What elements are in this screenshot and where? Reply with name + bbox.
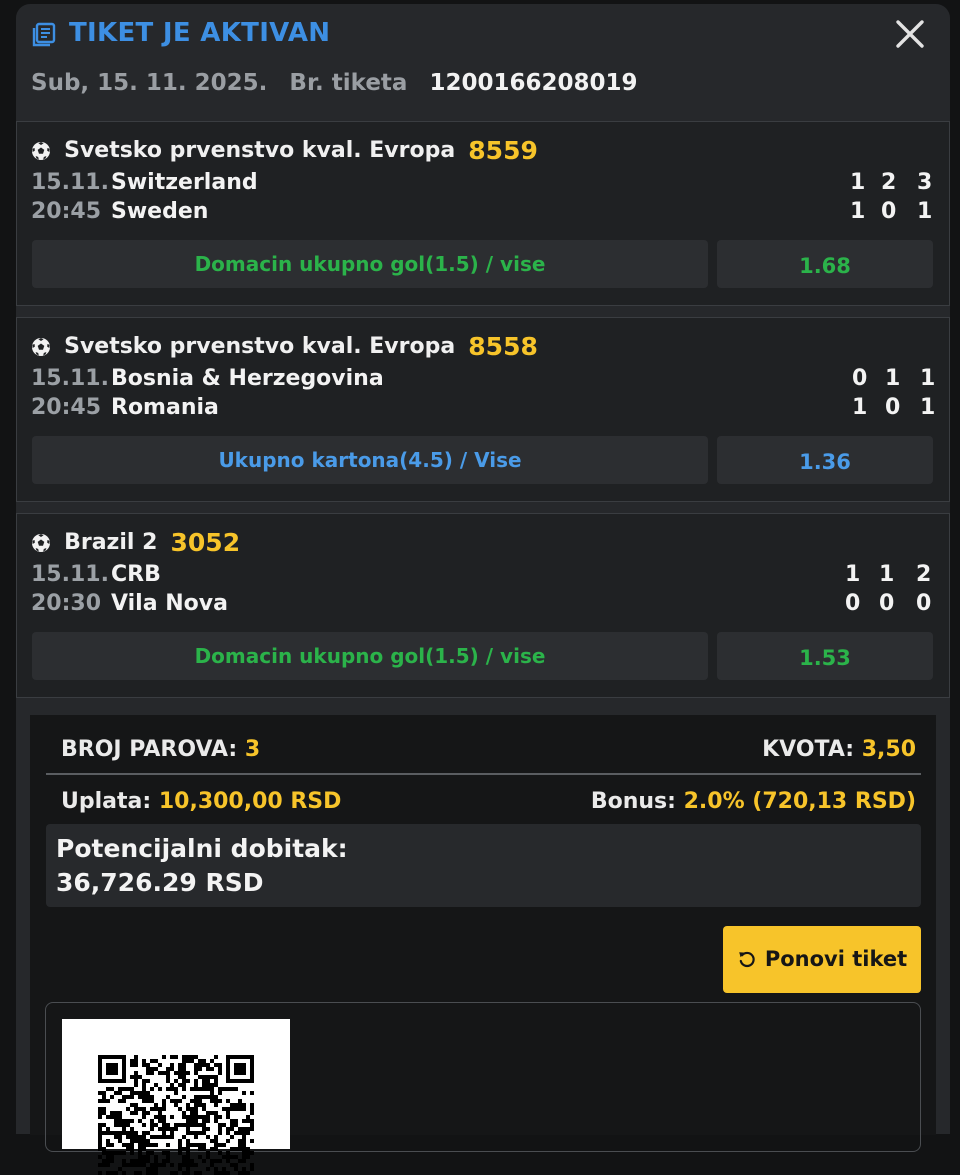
stake-value: 10,300,00 RSD [158,789,342,814]
match-code: 3052 [170,528,241,557]
league-header: Brazil 2 3052 [31,528,240,558]
odds-value: 3,50 [861,737,916,762]
match-card: Brazil 2 3052 15.11. CRB 1 1 2 20:30 Vil… [16,513,950,698]
match-time: 20:45 [31,199,102,224]
ticket-modal: TIKET JE AKTIVAN Sub, 15. 11. 2025. Br. … [16,4,950,1175]
league-name: Svetsko prvenstvo kval. Evropa [64,334,456,359]
summary-stake-bonus: Uplata: 10,300,00 RSD Bonus: 2.0% (720,1… [61,789,916,819]
stake: Uplata: 10,300,00 RSD [61,789,341,814]
match-time: 20:30 [31,591,102,616]
bonus-value: 2.0% (720,13 RSD) [683,789,916,814]
odd-value: 1.68 [717,240,933,288]
away-score-ft: 1 [917,199,933,224]
ticket-summary: BROJ PAROVA: 3 KVOTA: 3,50 Uplata: 10,30… [30,715,936,1175]
ticket-meta: Sub, 15. 11. 2025. Br. tiketa 1200166208… [31,70,638,110]
pairs-count: BROJ PAROVA: 3 [61,737,260,762]
match-card: Svetsko prvenstvo kval. Evropa 8558 15.1… [16,317,950,502]
match-code: 8559 [468,136,538,165]
away-row: 20:45 Romania 1 0 1 [31,395,937,423]
potential-win-value: 36,726.29 RSD [56,868,264,897]
match-code: 8558 [468,332,538,361]
away-score-ht: 1 [850,199,866,224]
odds-label: KVOTA: [762,737,855,762]
league-header: Svetsko prvenstvo kval. Evropa 8559 [31,136,538,166]
pick-label: Domacin ukupno gol(1.5) / vise [32,632,708,680]
total-odds: KVOTA: 3,50 [762,737,916,762]
qr-code [98,1055,254,1175]
away-team: Romania [111,395,219,420]
home-team: Bosnia & Herzegovina [111,366,384,391]
modal-title: TIKET JE AKTIVAN [69,18,331,48]
pairs-value: 3 [244,737,261,762]
home-score-2h: 2 [881,170,897,195]
repeat-ticket-button[interactable]: Ponovi tiket [723,926,921,993]
qr-background [62,1019,290,1175]
away-team: Sweden [111,199,209,224]
home-team: CRB [111,562,161,587]
soccer-ball-icon [32,533,50,552]
match-time: 20:45 [31,395,102,420]
soccer-ball-icon [32,141,50,160]
potential-win-box: Potencijalni dobitak: 36,726.29 RSD [46,824,921,907]
match-date: 15.11. [31,170,109,195]
home-row: 15.11. Bosnia & Herzegovina 0 1 1 [31,366,937,394]
ticket-icon [32,22,56,47]
away-row: 20:30 Vila Nova 0 0 0 [31,591,937,619]
league-name: Svetsko prvenstvo kval. Evropa [64,138,456,163]
ticket-number: 1200166208019 [429,70,638,96]
potential-win-label: Potencijalni dobitak: [56,834,348,863]
close-icon[interactable] [894,18,926,50]
home-score-ht: 1 [845,562,861,587]
summary-pairs-odds: BROJ PAROVA: 3 KVOTA: 3,50 [61,737,916,767]
away-score-2h: 0 [881,199,897,224]
away-score-ht: 0 [845,591,861,616]
away-score-ht: 1 [852,395,868,420]
away-score-ft: 0 [916,591,932,616]
league-header: Svetsko prvenstvo kval. Evropa 8558 [31,332,538,362]
bonus-label: Bonus: [590,789,676,814]
away-score-2h: 0 [885,395,901,420]
qr-container [45,1002,921,1175]
stake-label: Uplata: [61,789,152,814]
odd-value: 1.53 [717,632,933,680]
bonus: Bonus: 2.0% (720,13 RSD) [591,789,916,814]
away-row: 20:45 Sweden 1 0 1 [31,199,937,227]
home-score-2h: 1 [879,562,895,587]
pick-label: Ukupno kartona(4.5) / Vise [32,436,708,484]
pick-label: Domacin ukupno gol(1.5) / vise [32,240,708,288]
home-row: 15.11. Switzerland 1 2 3 [31,170,937,198]
away-team: Vila Nova [111,591,228,616]
refresh-icon [739,951,755,967]
pairs-label: BROJ PAROVA: [61,737,238,762]
away-score-ft: 1 [920,395,936,420]
home-score-ht: 1 [850,170,866,195]
summary-divider [46,773,921,775]
repeat-ticket-label: Ponovi tiket [764,947,908,971]
home-score-2h: 1 [885,366,901,391]
home-row: 15.11. CRB 1 1 2 [31,562,937,590]
home-score-ht: 0 [852,366,868,391]
match-date: 15.11. [31,366,109,391]
modal-header: TIKET JE AKTIVAN [16,4,950,70]
home-score-ft: 3 [917,170,933,195]
ticket-date: Sub, 15. 11. 2025. [31,70,268,96]
soccer-ball-icon [32,337,50,356]
home-team: Switzerland [111,170,258,195]
odd-value: 1.36 [717,436,933,484]
home-score-ft: 1 [920,366,936,391]
match-card: Svetsko prvenstvo kval. Evropa 8559 15.1… [16,121,950,306]
ticket-number-label: Br. tiketa [289,70,408,96]
league-name: Brazil 2 [64,530,158,555]
match-date: 15.11. [31,562,109,587]
away-score-2h: 0 [879,591,895,616]
home-score-ft: 2 [916,562,932,587]
